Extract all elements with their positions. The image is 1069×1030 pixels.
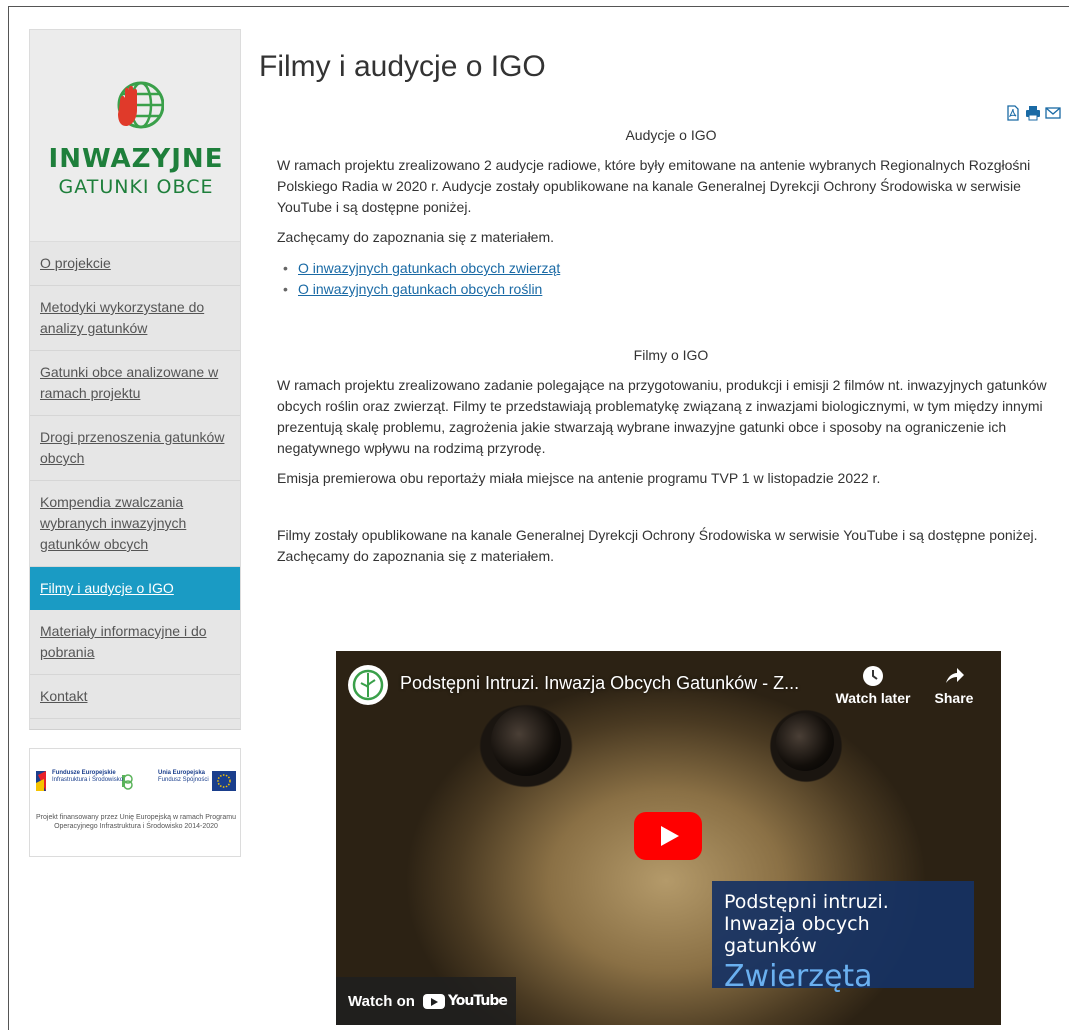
sidebar-item-kompendia[interactable]: Kompendia zwalczania wybranych inwazyjny… [30,481,240,567]
link-audio-zwierzeta[interactable]: O inwazyjnych gatunkach obcych zwierząt [298,260,560,276]
share-icon [946,668,964,683]
caption-highlight: Zwierzęta [724,959,873,994]
paragraph: Filmy zostały opublikowane na kanale Gen… [277,527,1038,543]
thumbnail-eye [776,713,834,771]
sidebar-item-gatunki-obce[interactable]: Gatunki obce analizowane w ramach projek… [30,351,240,416]
site-logo[interactable]: INWAZYJNE GATUNKI OBCE [29,29,241,242]
watch-on-youtube-button[interactable]: Watch on YouTube [336,977,516,1025]
main-content: Audycje o IGO W ramach projektu zrealizo… [277,125,1069,567]
section-heading-filmy: Filmy o IGO [633,347,709,363]
sidebar-item-filmy-i-audycje[interactable]: Filmy i audycje o IGO [30,567,240,610]
play-button[interactable] [634,812,702,860]
youtube-video-embed[interactable]: Podstępni Intruzi. Inwazja Obcych Gatunk… [336,651,1001,1025]
page-tools [1005,105,1061,121]
sidebar-item-o-projekcie[interactable]: O projekcie [30,242,240,286]
watch-later-button[interactable]: Watch later [828,665,918,706]
thumbnail-eye [491,706,561,776]
logo-title: INWAZYJNE [48,144,224,174]
video-caption-box: Podstępni intruzi. Inwazja obcych gatunk… [712,881,974,994]
eu-right-logo-text: Unia Europejska Fundusz Spójności [158,770,209,783]
eu-left-logo-text: Fundusze Europejskie Infrastruktura i Śr… [52,770,124,783]
list-item: O inwazyjnych gatunkach obcych roślin [277,279,1069,300]
sidebar-item-metodyki[interactable]: Metodyki wykorzystane do analizy gatunkó… [30,286,240,351]
section-heading-audycje: Audycje o IGO [625,127,717,143]
paragraph: W ramach projektu zrealizowano 2 audycje… [277,157,1031,215]
print-icon[interactable] [1025,105,1041,121]
list-item: O inwazyjnych gatunkach obcych zwierząt [277,258,1069,279]
eu-funding-banner: Fundusze Europejskie Infrastruktura i Śr… [29,748,241,857]
channel-logo-icon[interactable] [348,665,388,705]
audio-links-list: O inwazyjnych gatunkach obcych zwierząt … [277,258,1069,300]
video-title[interactable]: Podstępni Intruzi. Inwazja Obcych Gatunk… [400,673,799,694]
paragraph: Zachęcamy do zapoznania się z materiałem… [277,548,555,564]
caption-line: Podstępni intruzi. [724,891,889,913]
youtube-play-icon [422,993,445,1009]
paragraph: Zachęcamy do zapoznania się z materiałem… [277,229,555,245]
share-button[interactable]: Share [926,665,982,706]
link-audio-rosliny[interactable]: O inwazyjnych gatunkach obcych roślin [298,281,542,297]
paragraph: W ramach projektu zrealizowano zadanie p… [277,377,1047,456]
sidebar-item-drogi-przenoszenia[interactable]: Drogi przenoszenia gatunków obcych [30,416,240,481]
share-label: Share [934,690,974,706]
watch-later-label: Watch later [835,690,911,706]
clock-icon [863,666,883,686]
page-frame: INWAZYJNE GATUNKI OBCE O projekcie Metod… [8,6,1069,1030]
watch-on-label: Watch on [348,992,415,1010]
globe-hand-icon [117,81,164,129]
pdf-icon[interactable] [1005,105,1021,121]
paragraph: Emisja premierowa obu reportaży miała mi… [277,470,881,486]
sidebar-menu: O projekcie Metodyki wykorzystane do ana… [29,242,241,730]
caption-line: Inwazja obcych gatunków [724,913,870,957]
sidebar-item-kontakt[interactable]: Kontakt [30,675,240,719]
eu-caption: Projekt finansowany przez Unię Europejsk… [36,814,236,830]
logo-subtitle: GATUNKI OBCE [58,176,214,198]
email-icon[interactable] [1045,105,1061,121]
youtube-wordmark: YouTube [447,993,508,1009]
sidebar-item-materialy[interactable]: Materiały informacyjne i do pobrania [30,610,240,675]
sidebar: INWAZYJNE GATUNKI OBCE O projekcie Metod… [29,29,241,857]
page-title: Filmy i audycje o IGO [259,50,546,83]
youtube-logo: YouTube [422,993,508,1009]
